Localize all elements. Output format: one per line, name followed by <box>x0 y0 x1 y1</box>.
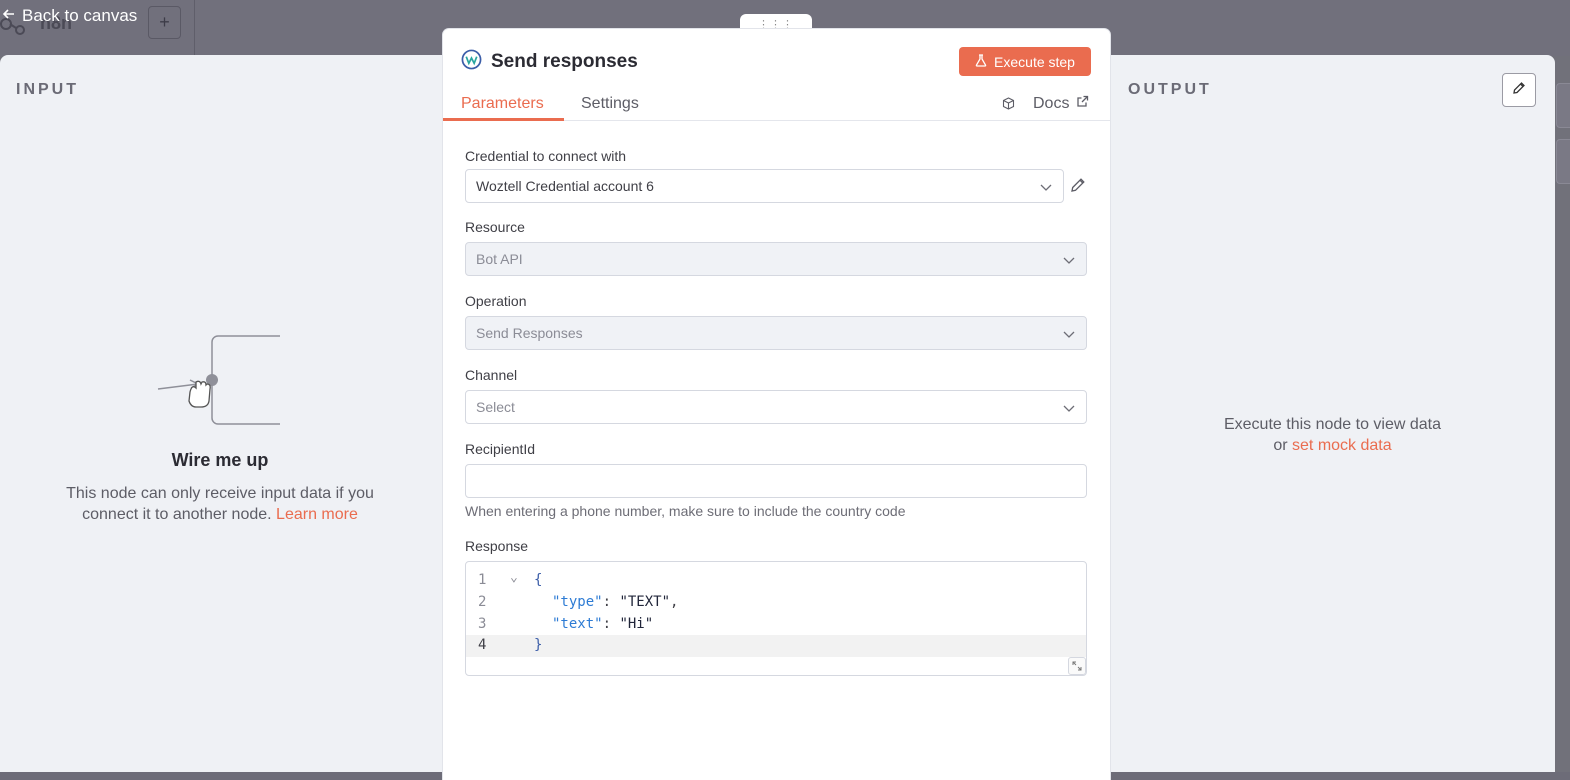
input-panel-title: INPUT <box>16 81 79 98</box>
topbar-divider <box>194 0 195 56</box>
code-colon: : <box>602 616 620 632</box>
add-button[interactable]: + <box>148 6 181 39</box>
pencil-icon <box>1512 81 1526 100</box>
response-code-editor[interactable]: 1 ⌄ { 2 "type": "TEXT", 3 "text": "Hi" 4… <box>465 561 1087 676</box>
line-number: 3 <box>478 616 487 632</box>
docs-link[interactable]: Docs <box>1033 95 1089 113</box>
code-value-hi: "Hi" <box>619 616 654 632</box>
cube-icon[interactable] <box>1002 97 1015 115</box>
code-comma: , <box>670 594 679 610</box>
line-number: 4 <box>478 637 487 653</box>
arrow-left-icon <box>2 6 16 26</box>
parameters-form: Credential to connect with Woztell Crede… <box>443 122 1110 780</box>
input-empty-state: Wire me up This node can only receive in… <box>20 330 420 525</box>
side-button-2[interactable] <box>1556 139 1570 184</box>
operation-value: Send Responses <box>476 325 583 341</box>
execute-step-label: Execute step <box>994 53 1075 70</box>
wire-me-up-title: Wire me up <box>171 450 269 470</box>
output-or-text: or <box>1273 437 1288 454</box>
channel-select[interactable]: Select <box>465 390 1087 424</box>
credential-label: Credential to connect with <box>465 148 627 164</box>
recipient-input[interactable] <box>465 464 1087 498</box>
back-to-canvas-link[interactable]: Back to canvas <box>2 6 137 26</box>
node-settings-panel: Send responses Execute step Parameters S… <box>443 29 1110 780</box>
wire-desc-line1: This node can only receive input data if… <box>66 485 374 502</box>
credential-value: Woztell Credential account 6 <box>476 178 654 194</box>
plus-icon: + <box>159 12 170 32</box>
flask-icon <box>975 53 987 70</box>
node-header: Send responses <box>461 49 638 75</box>
operation-label: Operation <box>465 293 527 309</box>
external-link-icon <box>1076 95 1089 113</box>
node-title: Send responses <box>491 51 638 72</box>
code-line-3-text: "text": "Hi" <box>552 616 653 632</box>
credential-select[interactable]: Woztell Credential account 6 <box>465 169 1064 203</box>
code-line-4: 4 } <box>466 635 1086 657</box>
set-mock-data-link[interactable]: set mock data <box>1292 437 1392 454</box>
side-button-1[interactable] <box>1556 83 1570 128</box>
expand-icon <box>1072 661 1082 671</box>
chevron-down-icon <box>1063 257 1075 264</box>
chevron-down-icon <box>1040 184 1052 191</box>
chevron-down-icon <box>1063 405 1075 412</box>
active-tab-underline <box>443 118 564 121</box>
output-empty-line1: Execute this node to view data <box>1223 416 1442 433</box>
output-panel-title: OUTPUT <box>1128 81 1212 98</box>
node-tabs: Parameters Settings Docs <box>443 87 1110 121</box>
docs-label: Docs <box>1033 95 1070 112</box>
code-close-brace: } <box>534 637 543 653</box>
resource-value: Bot API <box>476 251 523 267</box>
chevron-down-icon <box>1063 331 1075 338</box>
fold-chevron-icon[interactable]: ⌄ <box>510 570 518 585</box>
woztell-logo-icon <box>461 49 482 75</box>
code-line-2: 2 "type": "TEXT", <box>466 592 1086 614</box>
output-empty-state: Execute this node to view data or set mo… <box>1190 414 1475 456</box>
code-open-brace: { <box>534 572 543 588</box>
code-key-type: "type" <box>552 594 603 610</box>
code-line-1: 1 ⌄ { <box>466 570 1086 592</box>
wire-me-up-description: This node can only receive input data if… <box>20 483 420 525</box>
code-line-3: 3 "text": "Hi" <box>466 614 1086 636</box>
recipient-hint: When entering a phone number, make sure … <box>465 503 906 519</box>
learn-more-link[interactable]: Learn more <box>276 506 358 523</box>
code-key-text: "text" <box>552 616 603 632</box>
line-number: 2 <box>478 594 487 610</box>
resource-label: Resource <box>465 219 525 235</box>
expand-editor-button[interactable] <box>1068 657 1086 675</box>
edit-output-button[interactable] <box>1502 73 1536 107</box>
code-value-text: "TEXT" <box>619 594 671 610</box>
response-label: Response <box>465 538 529 554</box>
tab-parameters[interactable]: Parameters <box>461 95 544 113</box>
resource-select[interactable]: Bot API <box>465 242 1087 276</box>
line-number: 1 <box>478 572 487 588</box>
tab-settings[interactable]: Settings <box>581 95 639 113</box>
edit-credential-pencil-icon[interactable] <box>1070 177 1086 198</box>
recipient-label: RecipientId <box>465 441 536 457</box>
wire-desc-line2: connect it to another node. <box>82 506 272 523</box>
output-empty-line2: or set mock data <box>1190 435 1475 456</box>
execute-step-button[interactable]: Execute step <box>959 47 1091 76</box>
channel-placeholder: Select <box>476 399 515 415</box>
operation-select[interactable]: Send Responses <box>465 316 1087 350</box>
wire-desc-line2-wrap: connect it to another node. Learn more <box>20 504 420 525</box>
back-to-canvas-label: Back to canvas <box>22 6 138 25</box>
channel-label: Channel <box>465 367 518 383</box>
code-colon: : <box>602 594 620 610</box>
code-line-2-text: "type": "TEXT", <box>552 594 678 610</box>
